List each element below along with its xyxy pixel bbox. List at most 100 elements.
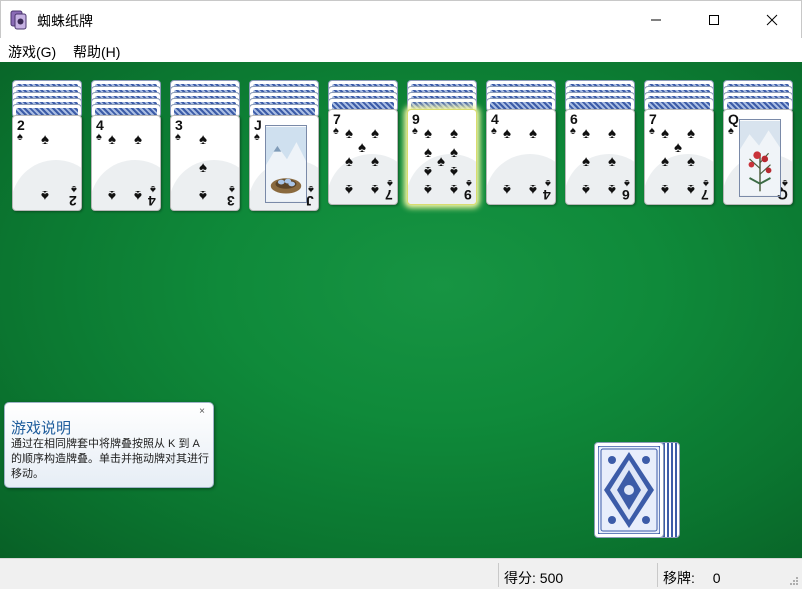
status-divider — [498, 563, 499, 587]
card-rank: 3 — [175, 117, 183, 133]
stock-pile[interactable] — [594, 442, 684, 540]
spade-pip-icon: ♠ — [674, 139, 682, 156]
spade-icon: ♠ — [308, 183, 314, 195]
face-up-card[interactable]: 4 ♠ 4 ♠ ♠ ♠ ♠ ♠ — [91, 115, 161, 211]
spade-pip-icon: ♠ — [661, 125, 669, 142]
spade-pip-icon: ♠ — [199, 187, 207, 204]
minimize-button[interactable] — [627, 1, 685, 39]
spade-pip-icon: ♠ — [199, 131, 207, 148]
status-bar: 得分: 500 移牌: 0 — [0, 558, 802, 589]
spade-pip-icon: ♠ — [371, 181, 379, 198]
resize-grip-icon[interactable] — [789, 576, 799, 586]
spade-pip-icon: ♠ — [345, 125, 353, 142]
spade-pip-icon: ♠ — [661, 153, 669, 170]
spade-pip-icon: ♠ — [608, 125, 616, 142]
card-rank: 4 — [543, 187, 551, 203]
spade-pip-icon: ♠ — [371, 153, 379, 170]
status-divider — [657, 563, 658, 587]
card-rank: J — [306, 193, 314, 209]
card-rank: 7 — [701, 187, 709, 203]
menu-help[interactable]: 帮助(H) — [73, 42, 120, 62]
face-up-card[interactable]: J ♠ J ♠ — [249, 115, 319, 211]
spade-icon: ♠ — [150, 183, 156, 195]
help-tooltip: × 游戏说明 通过在相同牌套中将牌叠按照从 K 到 A 的顺序构造牌叠。单击并拖… — [4, 402, 214, 488]
score-value: 500 — [539, 570, 564, 586]
close-button[interactable] — [743, 1, 801, 39]
spade-icon: ♠ — [71, 183, 77, 195]
card-back-pattern-icon — [598, 446, 660, 534]
title-bar: 蜘蛛纸牌 — [0, 0, 802, 38]
face-up-card[interactable]: 9 ♠ 9 ♠ ♠ ♠ ♠ ♠ ♠ ♠ ♠ ♠ ♠ — [407, 109, 477, 205]
tooltip-close-icon[interactable]: × — [197, 407, 207, 417]
menu-bar: 游戏(G) 帮助(H) — [0, 38, 802, 62]
card-rank: 6 — [622, 187, 630, 203]
moves-label: 移牌: — [663, 570, 695, 586]
spade-pip-icon: ♠ — [199, 159, 207, 176]
card-rank: 2 — [17, 117, 25, 133]
score-display: 得分: 500 — [504, 568, 563, 588]
spade-pip-icon: ♠ — [503, 125, 511, 142]
spade-pip-icon: ♠ — [134, 187, 142, 204]
spade-pip-icon: ♠ — [450, 163, 458, 180]
spade-pip-icon: ♠ — [529, 181, 537, 198]
spade-pip-icon: ♠ — [450, 125, 458, 142]
face-up-card[interactable]: 7 ♠ 7 ♠ ♠ ♠ ♠ ♠ ♠ ♠ ♠ — [644, 109, 714, 205]
spade-icon: ♠ — [175, 131, 181, 143]
spade-icon: ♠ — [703, 177, 709, 189]
moves-value: 0 — [712, 570, 721, 586]
stock-card[interactable] — [594, 442, 664, 538]
card-rank: 6 — [570, 111, 578, 127]
spade-icon: ♠ — [782, 177, 788, 189]
spade-pip-icon: ♠ — [134, 131, 142, 148]
face-up-card[interactable]: 7 ♠ 7 ♠ ♠ ♠ ♠ ♠ ♠ ♠ ♠ — [328, 109, 398, 205]
spade-pip-icon: ♠ — [424, 125, 432, 142]
spade-icon: ♠ — [229, 183, 235, 195]
face-up-card[interactable]: 2 ♠ 2 ♠ ♠ ♠ — [12, 115, 82, 211]
menu-game[interactable]: 游戏(G) — [8, 42, 56, 62]
spade-pip-icon: ♠ — [437, 153, 445, 170]
spade-pip-icon: ♠ — [503, 181, 511, 198]
spade-icon: ♠ — [412, 125, 418, 137]
tooltip-body: 通过在相同牌套中将牌叠按照从 K 到 A 的顺序构造牌叠。单击并拖动牌对其进行移… — [11, 438, 209, 480]
spade-pip-icon: ♠ — [608, 153, 616, 170]
card-rank: 4 — [148, 193, 156, 209]
card-rank: 3 — [227, 193, 235, 209]
spade-icon: ♠ — [545, 177, 551, 189]
spade-pip-icon: ♠ — [608, 181, 616, 198]
spade-pip-icon: ♠ — [424, 163, 432, 180]
spade-pip-icon: ♠ — [582, 181, 590, 198]
card-rank: J — [254, 117, 262, 133]
face-up-card[interactable]: 6 ♠ 6 ♠ ♠ ♠ ♠ ♠ ♠ ♠ — [565, 109, 635, 205]
spade-pip-icon: ♠ — [582, 153, 590, 170]
spade-pip-icon: ♠ — [450, 181, 458, 198]
spade-icon: ♠ — [333, 125, 339, 137]
card-rank: 7 — [385, 187, 393, 203]
spade-pip-icon: ♠ — [108, 187, 116, 204]
moves-display: 移牌: 0 — [663, 568, 721, 588]
card-rank: Q — [728, 111, 739, 127]
face-up-card[interactable]: Q ♠ Q ♠ — [723, 109, 793, 205]
spade-pip-icon: ♠ — [345, 153, 353, 170]
spade-pip-icon: ♠ — [41, 131, 49, 148]
spade-pip-icon: ♠ — [41, 187, 49, 204]
face-up-card[interactable]: 4 ♠ 4 ♠ ♠ ♠ ♠ ♠ — [486, 109, 556, 205]
minimize-icon — [651, 19, 661, 21]
spade-pip-icon: ♠ — [661, 181, 669, 198]
spade-pip-icon: ♠ — [687, 153, 695, 170]
spade-icon: ♠ — [387, 177, 393, 189]
card-rank: 7 — [649, 111, 657, 127]
maximize-button[interactable] — [685, 1, 743, 39]
spade-icon: ♠ — [649, 125, 655, 137]
tooltip-title: 游戏说明 — [11, 420, 72, 437]
spade-icon: ♠ — [624, 177, 630, 189]
face-up-card[interactable]: 3 ♠ 3 ♠ ♠ ♠ ♠ — [170, 115, 240, 211]
spade-icon: ♠ — [466, 177, 472, 189]
card-rank: 2 — [69, 193, 77, 209]
spade-pip-icon: ♠ — [450, 144, 458, 161]
spade-pip-icon: ♠ — [345, 181, 353, 198]
spade-icon: ♠ — [17, 131, 23, 143]
card-rank: 9 — [412, 111, 420, 127]
spade-icon: ♠ — [728, 125, 734, 137]
card-rank: 7 — [333, 111, 341, 127]
spade-pip-icon: ♠ — [108, 131, 116, 148]
